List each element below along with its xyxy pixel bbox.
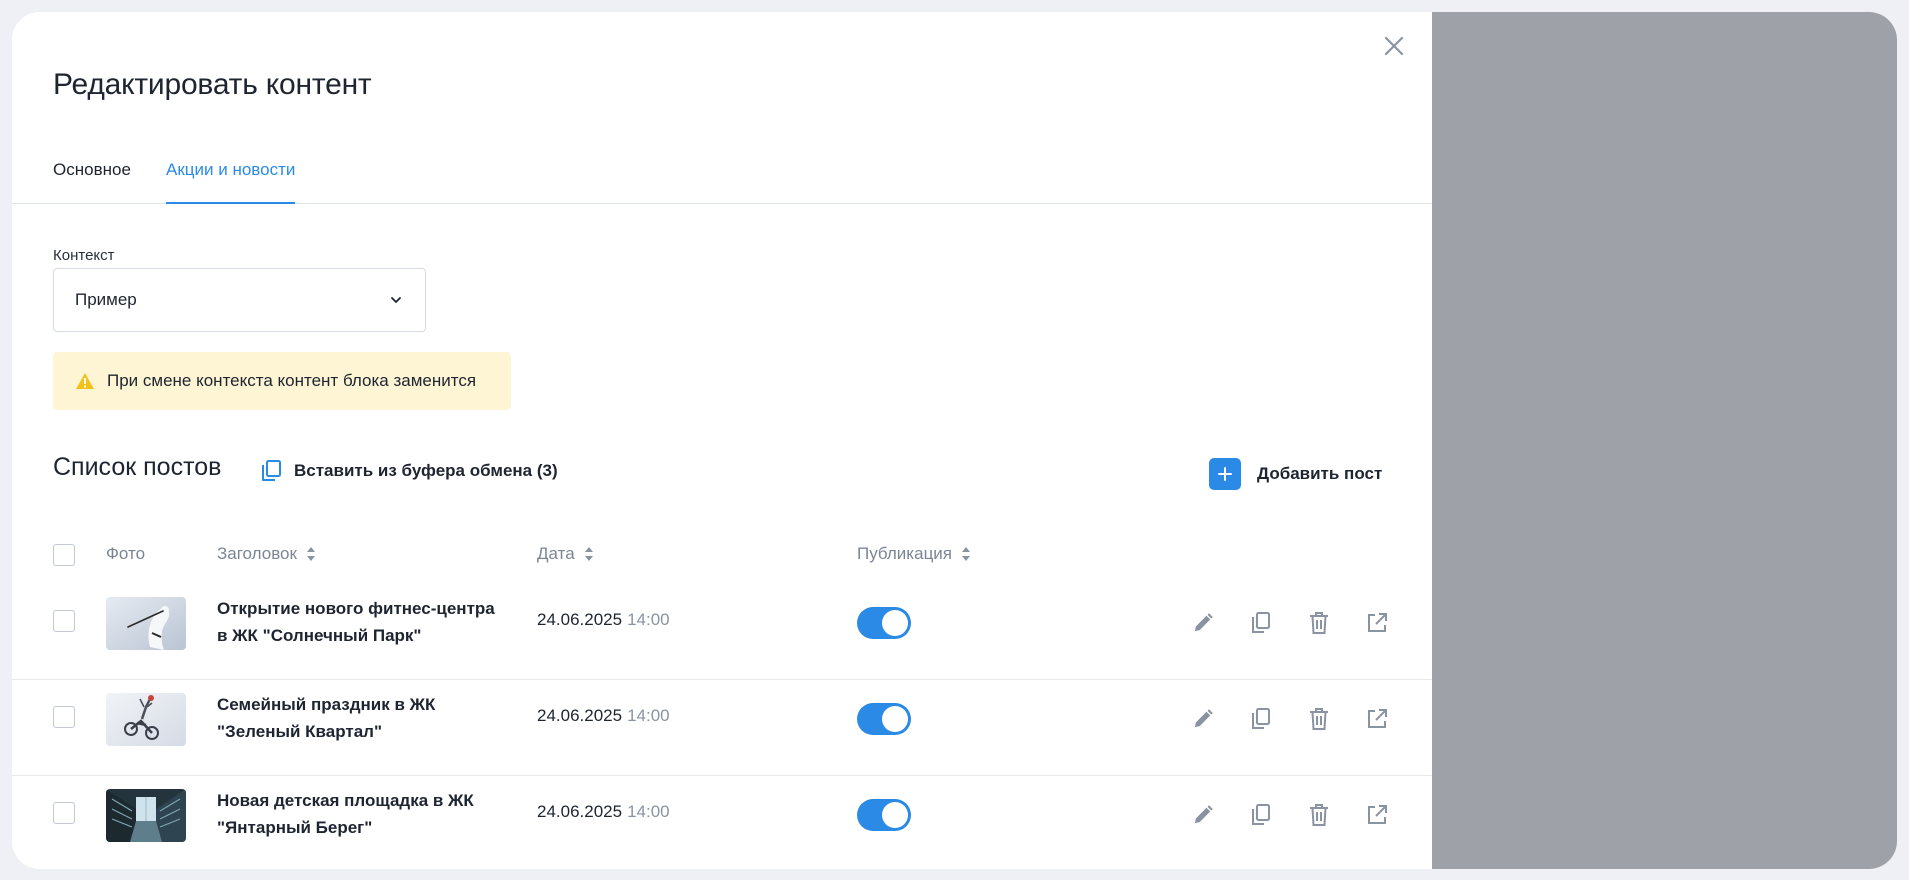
post-date: 24.06.2025 14:00 [537,706,670,726]
trash-icon [1310,804,1328,826]
backdrop-overlay[interactable] [1432,12,1897,869]
edit-button[interactable] [1189,609,1217,637]
publish-toggle[interactable] [857,607,911,639]
table-row: Новая детская площадка в ЖК "Янтарный Бе… [12,776,1432,869]
column-title-label: Заголовок [217,544,297,563]
post-time: 14:00 [627,802,670,821]
delete-button[interactable] [1305,801,1333,829]
toggle-knob [882,802,908,828]
select-all-checkbox[interactable] [53,544,75,566]
context-warning: При смене контекста контент блока замени… [53,352,511,410]
tab-bar: Основное Акции и новости [12,148,1432,204]
column-publication-label: Публикация [857,544,953,563]
add-post-label: Добавить пост [1257,464,1383,483]
post-date-value: 24.06.2025 [537,802,623,821]
duplicate-button[interactable] [1247,609,1275,637]
external-link-icon [1368,805,1387,824]
tab-main[interactable]: Основное [53,160,131,203]
column-photo-label: Фото [106,544,146,563]
posts-list-title: Список постов [53,453,222,481]
external-link-icon [1368,613,1387,632]
publish-toggle[interactable] [857,703,911,735]
paste-from-clipboard-button[interactable]: Вставить из буфера обмена (3) [260,459,558,483]
duplicate-button[interactable] [1247,801,1275,829]
external-link-icon [1368,709,1387,728]
edit-button[interactable] [1189,801,1217,829]
copy-icon [1252,804,1270,825]
post-time: 14:00 [627,610,670,629]
tab-news[interactable]: Акции и новости [166,160,296,204]
column-date[interactable]: Дата [537,544,594,564]
row-checkbox[interactable] [53,706,75,728]
post-date-value: 24.06.2025 [537,706,623,725]
copy-icon [1252,612,1270,633]
column-publication[interactable]: Публикация [857,544,971,564]
app-frame: Редактировать контент Основное Акции и н… [12,12,1897,869]
table-row: Открытие нового фитнес-центра в ЖК "Солн… [12,584,1432,680]
open-link-button[interactable] [1363,801,1391,829]
warning-icon [75,372,95,390]
pencil-icon [1195,613,1213,631]
pencil-icon [1195,805,1213,823]
post-title[interactable]: Семейный праздник в ЖК "Зеленый Квартал" [217,691,507,745]
copy-icon [262,460,281,481]
pencil-icon [1195,709,1213,727]
open-link-button[interactable] [1363,609,1391,637]
sort-icon [584,547,593,561]
row-checkbox[interactable] [53,802,75,824]
post-title[interactable]: Новая детская площадка в ЖК "Янтарный Бе… [217,787,507,841]
copy-icon [1252,708,1270,729]
table-header: Фото Заголовок Дата Публикация [12,530,1432,580]
post-date: 24.06.2025 14:00 [537,610,670,630]
post-date-value: 24.06.2025 [537,610,623,629]
toggle-knob [882,610,908,636]
column-photo: Фото [106,544,145,564]
context-label: Контекст [53,247,115,264]
delete-button[interactable] [1305,705,1333,733]
post-title[interactable]: Открытие нового фитнес-центра в ЖК "Солн… [217,595,507,649]
table-row: Семейный праздник в ЖК "Зеленый Квартал"… [12,680,1432,776]
edit-content-dialog: Редактировать контент Основное Акции и н… [12,12,1432,869]
open-link-button[interactable] [1363,705,1391,733]
duplicate-button[interactable] [1247,705,1275,733]
edit-button[interactable] [1189,705,1217,733]
post-time: 14:00 [627,706,670,725]
trash-icon [1310,708,1328,730]
delete-button[interactable] [1305,609,1333,637]
context-select-value: Пример [75,290,137,309]
column-title[interactable]: Заголовок [217,544,316,564]
sort-icon [962,547,971,561]
context-select[interactable]: Пример [53,268,426,332]
chevron-down-icon [391,297,401,303]
row-checkbox[interactable] [53,610,75,632]
warning-text: При смене контекста контент блока замени… [107,371,477,390]
post-photo [106,597,186,650]
column-date-label: Дата [537,544,575,563]
add-square [1209,458,1241,490]
post-photo [106,693,186,746]
post-photo [106,789,186,842]
paste-label: Вставить из буфера обмена (3) [294,461,558,480]
post-date: 24.06.2025 14:00 [537,802,670,822]
plus-icon [1218,467,1232,481]
add-post-button[interactable]: Добавить пост [1209,458,1382,490]
close-button[interactable] [1378,30,1410,62]
toggle-knob [882,706,908,732]
trash-icon [1310,612,1328,634]
close-icon [1384,36,1404,56]
sort-icon [306,547,315,561]
dialog-title: Редактировать контент [53,68,372,101]
publish-toggle[interactable] [857,799,911,831]
